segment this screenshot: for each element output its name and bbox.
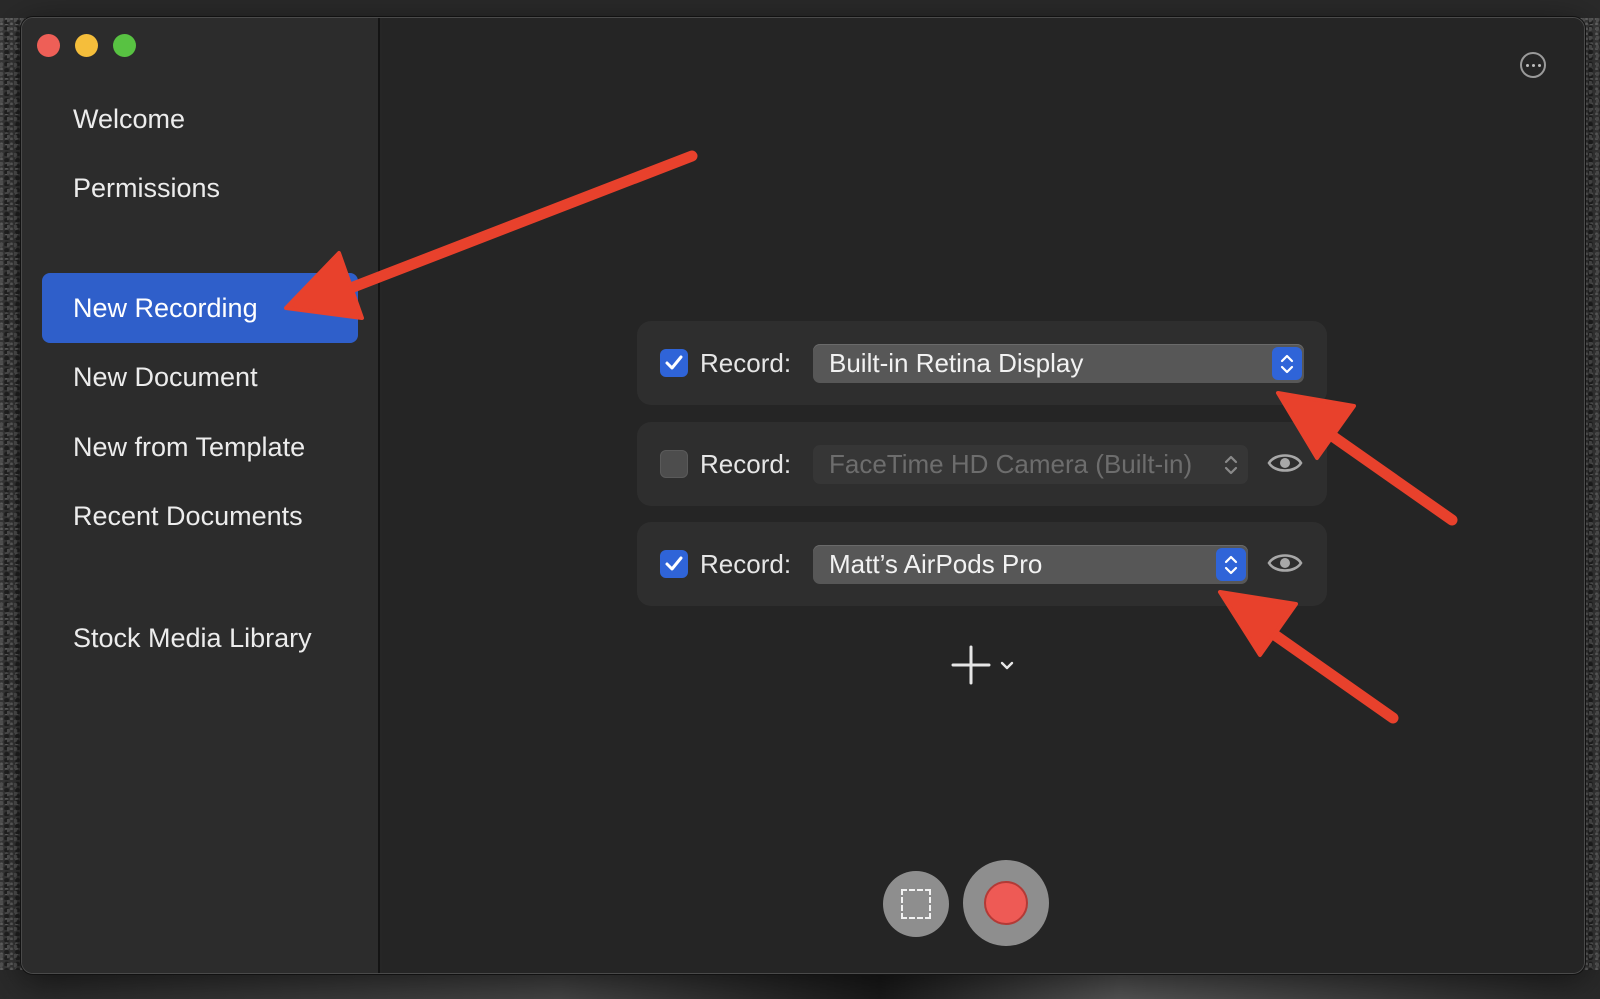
sidebar-item-new-document[interactable]: New Document <box>42 342 358 412</box>
select-stepper-icon <box>1216 448 1246 481</box>
record-camera-checkbox[interactable] <box>660 450 688 478</box>
desktop-background-top <box>0 0 1600 18</box>
select-stepper-icon <box>1272 347 1302 380</box>
record-label: Record: <box>700 348 792 378</box>
app-window: Welcome Permissions New Recording New Do… <box>21 17 1585 974</box>
audio-source-select[interactable]: Matt’s AirPods Pro <box>813 545 1248 584</box>
record-label: Record: <box>700 449 792 479</box>
record-label: Record: <box>700 549 792 579</box>
dashed-selection-icon <box>901 889 931 919</box>
checkmark-icon <box>665 556 683 571</box>
select-stepper-icon <box>1216 548 1246 581</box>
plus-icon <box>951 645 991 685</box>
sidebar: Welcome Permissions New Recording New Do… <box>22 18 380 973</box>
record-icon <box>984 881 1028 925</box>
zoom-window-button[interactable] <box>113 34 136 57</box>
camera-source-select[interactable]: FaceTime HD Camera (Built-in) <box>813 445 1248 484</box>
add-source-button[interactable] <box>949 643 1021 689</box>
checkmark-icon <box>665 355 683 370</box>
sidebar-item-stock-media-library[interactable]: Stock Media Library <box>42 603 358 673</box>
eye-icon[interactable] <box>1267 550 1303 576</box>
record-audio-checkbox[interactable] <box>660 550 688 578</box>
sidebar-item-new-recording[interactable]: New Recording <box>42 273 358 343</box>
sidebar-item-permissions[interactable]: Permissions <box>42 153 358 223</box>
more-options-icon[interactable] <box>1520 52 1546 78</box>
sidebar-item-welcome[interactable]: Welcome <box>42 84 358 154</box>
desktop-background-bottom <box>0 970 1600 999</box>
chevron-down-icon <box>1000 661 1014 670</box>
sidebar-item-recent-documents[interactable]: Recent Documents <box>42 481 358 551</box>
sidebar-item-new-from-template[interactable]: New from Template <box>42 412 358 482</box>
capture-area-button[interactable] <box>883 871 949 937</box>
camera-source-value: FaceTime HD Camera (Built-in) <box>829 449 1193 479</box>
close-window-button[interactable] <box>37 34 60 57</box>
record-row-camera: Record: FaceTime HD Camera (Built-in) <box>637 422 1327 506</box>
display-source-select[interactable]: Built-in Retina Display <box>813 344 1304 383</box>
record-display-checkbox[interactable] <box>660 349 688 377</box>
record-row-audio: Record: Matt’s AirPods Pro <box>637 522 1327 606</box>
minimize-window-button[interactable] <box>75 34 98 57</box>
main-panel: Record: Built-in Retina Display Record: … <box>382 18 1584 973</box>
eye-icon[interactable] <box>1267 450 1303 476</box>
display-source-value: Built-in Retina Display <box>829 348 1084 378</box>
record-button[interactable] <box>963 860 1049 946</box>
record-row-display: Record: Built-in Retina Display <box>637 321 1327 405</box>
audio-source-value: Matt’s AirPods Pro <box>829 549 1043 579</box>
